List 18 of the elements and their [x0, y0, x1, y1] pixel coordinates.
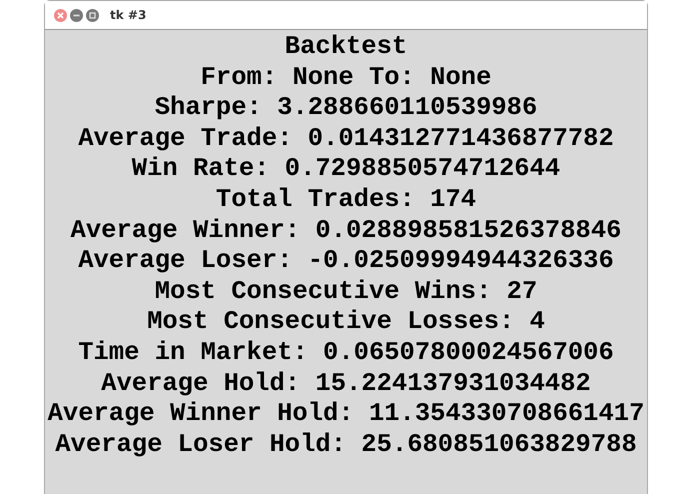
stat-label: Average Trade: 0.014312771436877782: [78, 124, 614, 154]
stat-label: Most Consecutive Wins: 27: [154, 276, 538, 308]
stat-label: Average Winner: 0.028898581526378846: [70, 216, 622, 246]
stat-label: Average Winner Hold: 11.354330708661417: [48, 399, 644, 430]
stat-label: Most Consecutive Losses: 4: [147, 307, 545, 338]
stat-label: Average Loser Hold: 25.680851063829788: [55, 430, 637, 460]
stat-label: Average Hold: 15.224137931034482: [101, 368, 591, 400]
maximize-icon[interactable]: [86, 8, 99, 22]
stat-label: Time in Market: 0.06507800024567006: [78, 338, 614, 369]
stat-label: Sharpe: 3.288660110539986: [154, 93, 538, 124]
stat-label: From: None To: None: [200, 62, 492, 94]
stat-label: Average Loser: -0.02509994944326336: [78, 246, 614, 277]
close-icon[interactable]: [54, 8, 67, 22]
window-title: tk #3: [110, 7, 146, 24]
stat-label: Total Trades: 174: [216, 184, 476, 216]
minimize-icon[interactable]: [70, 8, 83, 22]
heading-label: Backtest: [284, 32, 408, 63]
stat-label: Win Rate: 0.7298850574712644: [132, 154, 560, 185]
